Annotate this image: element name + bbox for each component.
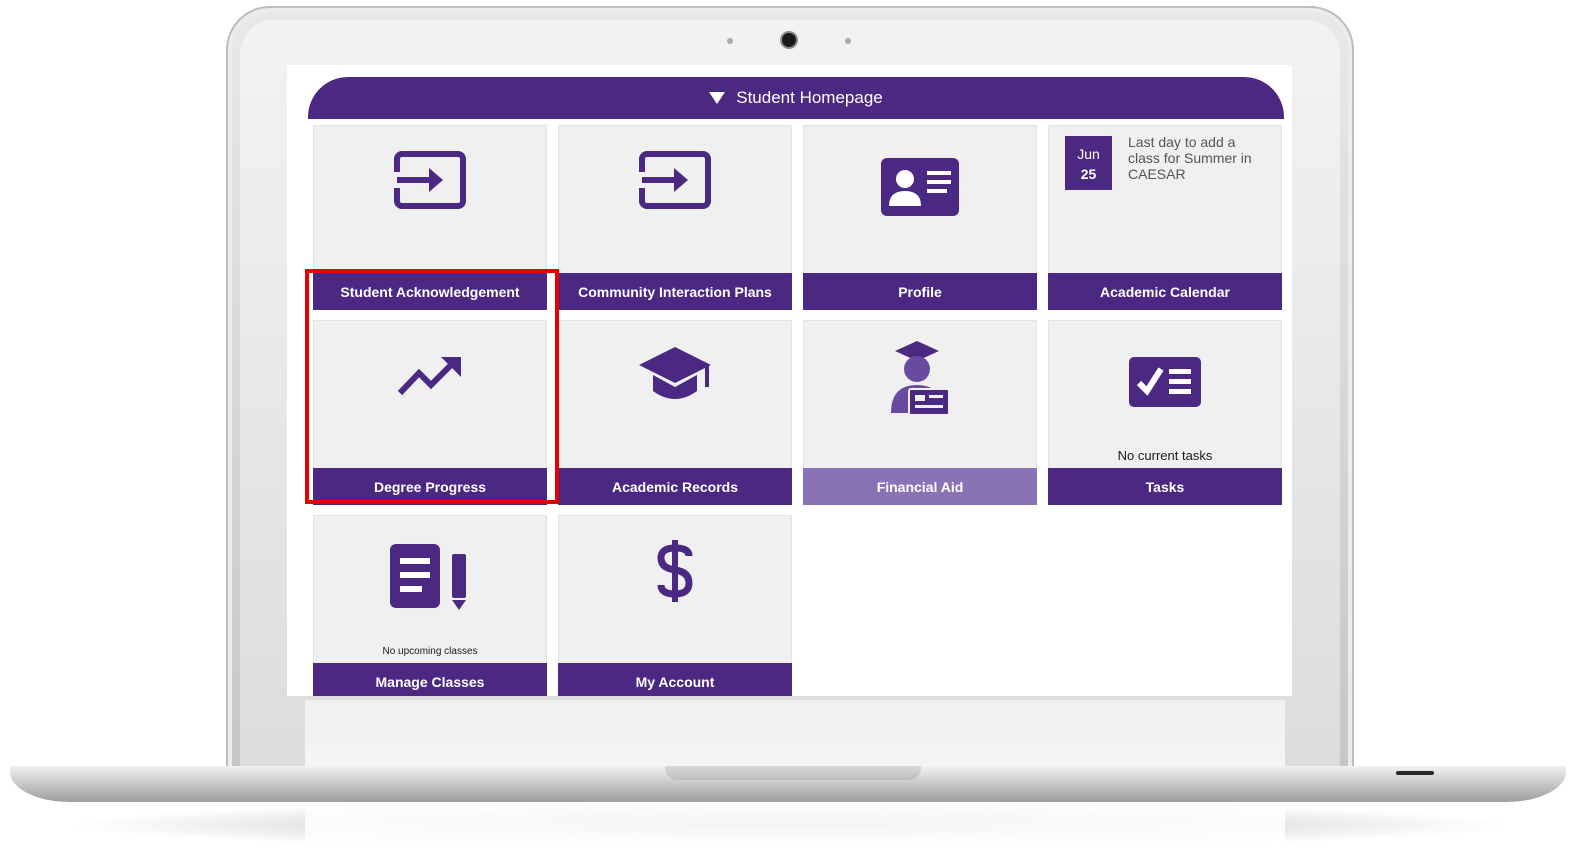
trending-up-icon xyxy=(397,357,461,396)
tile-academic-calendar[interactable]: Jun 25 Last day to add a class for Summe… xyxy=(1048,125,1282,310)
tile-label: My Account xyxy=(558,663,792,696)
tile-manage-classes[interactable]: No upcoming classes Manage Classes xyxy=(313,515,547,696)
tile-label: Profile xyxy=(803,273,1037,310)
tasks-note: No current tasks xyxy=(1117,448,1213,463)
tile-degree-progress[interactable]: Degree Progress xyxy=(313,320,547,505)
calendar-icon: Jun 25 xyxy=(1065,136,1112,190)
sensor-dot-right xyxy=(845,38,851,44)
page-title: Student Homepage xyxy=(736,88,883,107)
graduation-cap-icon xyxy=(639,347,711,399)
tile-label: Academic Records xyxy=(558,468,792,505)
tile-label: Student Acknowledgement xyxy=(313,273,547,310)
page-header[interactable]: Student Homepage xyxy=(308,77,1284,119)
tile-label: Degree Progress xyxy=(313,468,547,505)
collapse-triangle-icon[interactable] xyxy=(709,92,726,104)
laptop-screen: Student Homepage Student Acknowledgement… xyxy=(287,65,1292,696)
lid-notch xyxy=(665,766,921,780)
sign-in-icon xyxy=(393,151,466,209)
id-card-icon xyxy=(881,158,959,216)
tile-financial-aid[interactable]: Financial Aid xyxy=(803,320,1037,505)
tile-tasks[interactable]: No current tasks Tasks xyxy=(1048,320,1282,505)
dollar-icon xyxy=(657,540,693,602)
tile-label: Academic Calendar xyxy=(1048,273,1282,310)
graduate-with-card-icon xyxy=(891,341,950,416)
calendar-event: Last day to add a class for Summer in CA… xyxy=(1128,134,1252,182)
status-led xyxy=(1396,771,1434,775)
tile-my-account[interactable]: My Account xyxy=(558,515,792,696)
calendar-month: Jun xyxy=(1077,146,1100,162)
sign-in-icon xyxy=(638,151,711,209)
tile-community-interaction-plans[interactable]: Community Interaction Plans xyxy=(558,125,792,310)
calendar-day: 25 xyxy=(1080,166,1097,182)
stage: Student Homepage Student Acknowledgement… xyxy=(0,0,1576,868)
checklist-icon xyxy=(1129,357,1201,407)
tile-label: Community Interaction Plans xyxy=(558,273,792,310)
classes-note: No upcoming classes xyxy=(382,646,478,657)
notes-pencil-icon xyxy=(390,544,466,610)
tile-label: Financial Aid xyxy=(803,468,1037,505)
tile-profile[interactable]: Profile xyxy=(803,125,1037,310)
tile-label: Manage Classes xyxy=(313,663,547,696)
webcam-icon xyxy=(782,33,796,47)
tile-label: Tasks xyxy=(1048,468,1282,505)
laptop-shadow xyxy=(60,800,1520,850)
sensor-dot-left xyxy=(727,38,733,44)
tile-student-acknowledgement[interactable]: Student Acknowledgement xyxy=(313,125,547,310)
tile-academic-records[interactable]: Academic Records xyxy=(558,320,792,505)
